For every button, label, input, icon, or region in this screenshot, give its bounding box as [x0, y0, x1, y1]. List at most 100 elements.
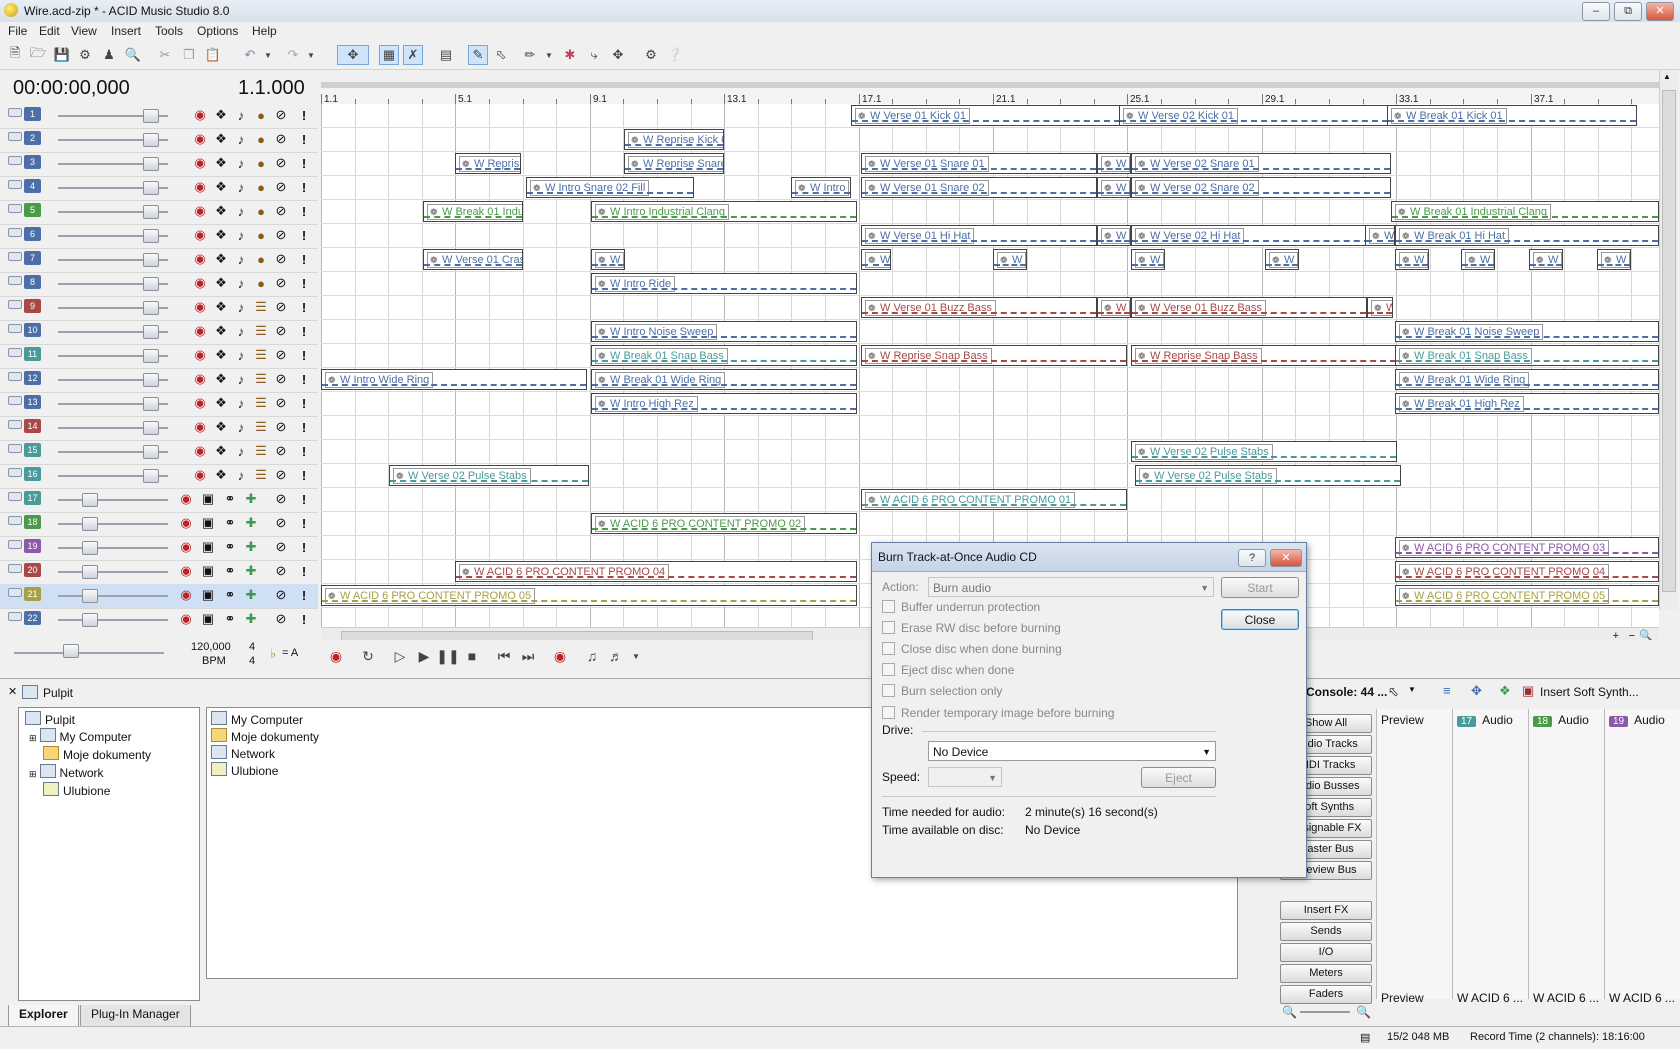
- scroll-thumb[interactable]: [1662, 90, 1676, 592]
- track-volume-knob[interactable]: [82, 589, 98, 603]
- close-button[interactable]: Close: [1221, 609, 1299, 630]
- track-type-icon[interactable]: ●: [253, 155, 269, 171]
- track-number[interactable]: 4: [24, 179, 41, 193]
- midi-note-icon[interactable]: ♪: [233, 395, 249, 411]
- render-temp-checkbox[interactable]: Render temporary image before burning: [882, 706, 1114, 720]
- track-type-icon[interactable]: ☰: [253, 395, 269, 411]
- midi-note-icon[interactable]: ♪: [233, 467, 249, 483]
- time-sig-top[interactable]: 4: [249, 641, 255, 653]
- audio-clip[interactable]: W Verse 02 Pulse Stabs: [1131, 441, 1397, 462]
- record-toggle-icon[interactable]: ◉: [551, 647, 569, 665]
- input-icon[interactable]: ⚭: [222, 611, 238, 627]
- snap-icon[interactable]: ✥: [337, 45, 369, 65]
- redo-icon[interactable]: ↷: [284, 46, 302, 64]
- dialog-close-icon[interactable]: ✕: [1270, 549, 1302, 567]
- track-header[interactable]: 8 ◉ ❖ ♪ ● ⊘!: [0, 272, 318, 297]
- insert-soft-synth-button[interactable]: Insert Soft Synth...: [1540, 685, 1639, 699]
- input-icon[interactable]: ⚭: [222, 515, 238, 531]
- audio-clip[interactable]: W Reprise Snap Bass: [1131, 345, 1397, 366]
- track-minimize-icon[interactable]: [8, 348, 22, 357]
- track-header[interactable]: 6 ◉ ❖ ♪ ● ⊘!: [0, 224, 318, 249]
- arm-record-icon[interactable]: ◉: [192, 419, 208, 435]
- midi-note-icon[interactable]: ♪: [233, 419, 249, 435]
- track-envelope-icon[interactable]: ❖: [213, 371, 229, 387]
- track-type-icon[interactable]: ●: [253, 275, 269, 291]
- track-fx-icon[interactable]: ▣: [200, 491, 216, 507]
- track-type-icon[interactable]: ☰: [253, 323, 269, 339]
- selection-tool-icon[interactable]: ⬁: [492, 46, 510, 64]
- arm-record-icon[interactable]: ◉: [192, 179, 208, 195]
- solo-icon[interactable]: !: [296, 587, 312, 603]
- audio-clip[interactable]: W Break 01 Wide Ring: [1395, 369, 1659, 390]
- track-envelope-icon[interactable]: ❖: [213, 443, 229, 459]
- midi-note-icon[interactable]: ♪: [233, 203, 249, 219]
- midi-note-icon[interactable]: ♪: [233, 131, 249, 147]
- solo-icon[interactable]: !: [296, 275, 312, 291]
- zoom-out-icon[interactable]: 🔍: [1282, 1005, 1297, 1019]
- track-volume-knob[interactable]: [82, 613, 98, 627]
- track-number[interactable]: 22: [24, 611, 41, 625]
- audio-clip[interactable]: W ACID 6 PRO CONTENT PROMO 04: [455, 561, 857, 582]
- properties-icon[interactable]: ▤: [437, 46, 455, 64]
- insert-bus-icon[interactable]: ✥: [1471, 683, 1482, 699]
- audio-clip[interactable]: W Verse 01 Snare 01: [861, 153, 1097, 174]
- draw-tool-icon[interactable]: ✎: [468, 45, 488, 65]
- track-envelope-icon[interactable]: ❖: [213, 395, 229, 411]
- track-minimize-icon[interactable]: [8, 372, 22, 381]
- track-fx-icon[interactable]: ▣: [200, 563, 216, 579]
- track-type-icon[interactable]: ●: [253, 227, 269, 243]
- loop-icon[interactable]: ↻: [359, 647, 377, 665]
- track-header[interactable]: 17 ◉ ▣ ⚭ ✚ ⊘!: [0, 488, 318, 513]
- paste-icon[interactable]: 📋: [204, 46, 222, 64]
- mute-icon[interactable]: ⊘: [273, 443, 289, 459]
- arm-record-icon[interactable]: ◉: [178, 539, 194, 555]
- track-header[interactable]: 21 ◉ ▣ ⚭ ✚ ⊘!: [0, 584, 318, 609]
- audio-clip[interactable]: W Break 01 Noise Sweep: [1395, 321, 1659, 342]
- track-minimize-icon[interactable]: [8, 444, 22, 453]
- solo-icon[interactable]: !: [296, 371, 312, 387]
- track-header[interactable]: 2 ◉ ❖ ♪ ● ⊘!: [0, 128, 318, 153]
- explore-icon[interactable]: 🔍: [124, 46, 142, 64]
- track-volume-knob[interactable]: [143, 421, 159, 435]
- track-fx-icon[interactable]: ▣: [200, 587, 216, 603]
- track-type-icon[interactable]: ☰: [253, 419, 269, 435]
- track-volume-knob[interactable]: [82, 541, 98, 555]
- tree-item-pulpit[interactable]: Pulpit: [25, 711, 75, 727]
- audio-clip[interactable]: W ACID 6 PRO CONTENT PROMO 01: [861, 489, 1127, 510]
- track-minimize-icon[interactable]: [8, 564, 22, 573]
- audio-clip[interactable]: W Intro High Rez: [591, 393, 857, 414]
- audio-clip[interactable]: W ACID 6 PRO CONTENT PROMO 05: [321, 585, 857, 606]
- mute-icon[interactable]: ⊘: [273, 107, 289, 123]
- mute-icon[interactable]: ⊘: [273, 587, 289, 603]
- mute-icon[interactable]: ⊘: [273, 611, 289, 627]
- audio-clip[interactable]: W: [1097, 225, 1131, 246]
- insert-fx-icon[interactable]: ❖: [1499, 683, 1511, 699]
- audio-clip[interactable]: W Break 01 Kick 01: [1387, 105, 1637, 126]
- track-header[interactable]: 5 ◉ ❖ ♪ ● ⊘!: [0, 200, 318, 225]
- track-volume-knob[interactable]: [82, 565, 98, 579]
- track-type-icon[interactable]: ☰: [253, 347, 269, 363]
- arm-record-icon[interactable]: ◉: [178, 563, 194, 579]
- audio-clip[interactable]: W Intro Ride: [591, 273, 857, 294]
- solo-icon[interactable]: !: [296, 347, 312, 363]
- solo-icon[interactable]: !: [296, 227, 312, 243]
- track-header[interactable]: 20 ◉ ▣ ⚭ ✚ ⊘!: [0, 560, 318, 585]
- metronome-icon[interactable]: ⚙: [642, 46, 660, 64]
- midi-note-icon[interactable]: ♪: [233, 275, 249, 291]
- paint-tool-icon[interactable]: ✏: [521, 46, 539, 64]
- audio-clip[interactable]: W: [993, 249, 1027, 270]
- track-volume-knob[interactable]: [143, 205, 159, 219]
- track-minimize-icon[interactable]: [8, 420, 22, 429]
- track-envelope-icon[interactable]: ❖: [213, 251, 229, 267]
- zoom-in-icon[interactable]: 🔍: [1356, 1005, 1371, 1019]
- zoom-slider[interactable]: [1300, 1011, 1350, 1013]
- midi-note-icon[interactable]: ♪: [233, 107, 249, 123]
- audio-clip[interactable]: W ACID 6 PRO CONTENT PROMO 04: [1395, 561, 1659, 582]
- mixer-channel-19[interactable]: 19 Audio W ACID 6 ...: [1604, 709, 1680, 1005]
- audio-clip[interactable]: W Verse 01 Cras: [423, 249, 523, 270]
- audio-clip[interactable]: W Verse 02 Hi Hat: [1131, 225, 1391, 246]
- midi-note-icon[interactable]: ♪: [233, 299, 249, 315]
- track-header[interactable]: 14 ◉ ❖ ♪ ☰ ⊘!: [0, 416, 318, 441]
- audio-clip[interactable]: W: [861, 249, 891, 270]
- meters-button[interactable]: Meters: [1280, 964, 1372, 983]
